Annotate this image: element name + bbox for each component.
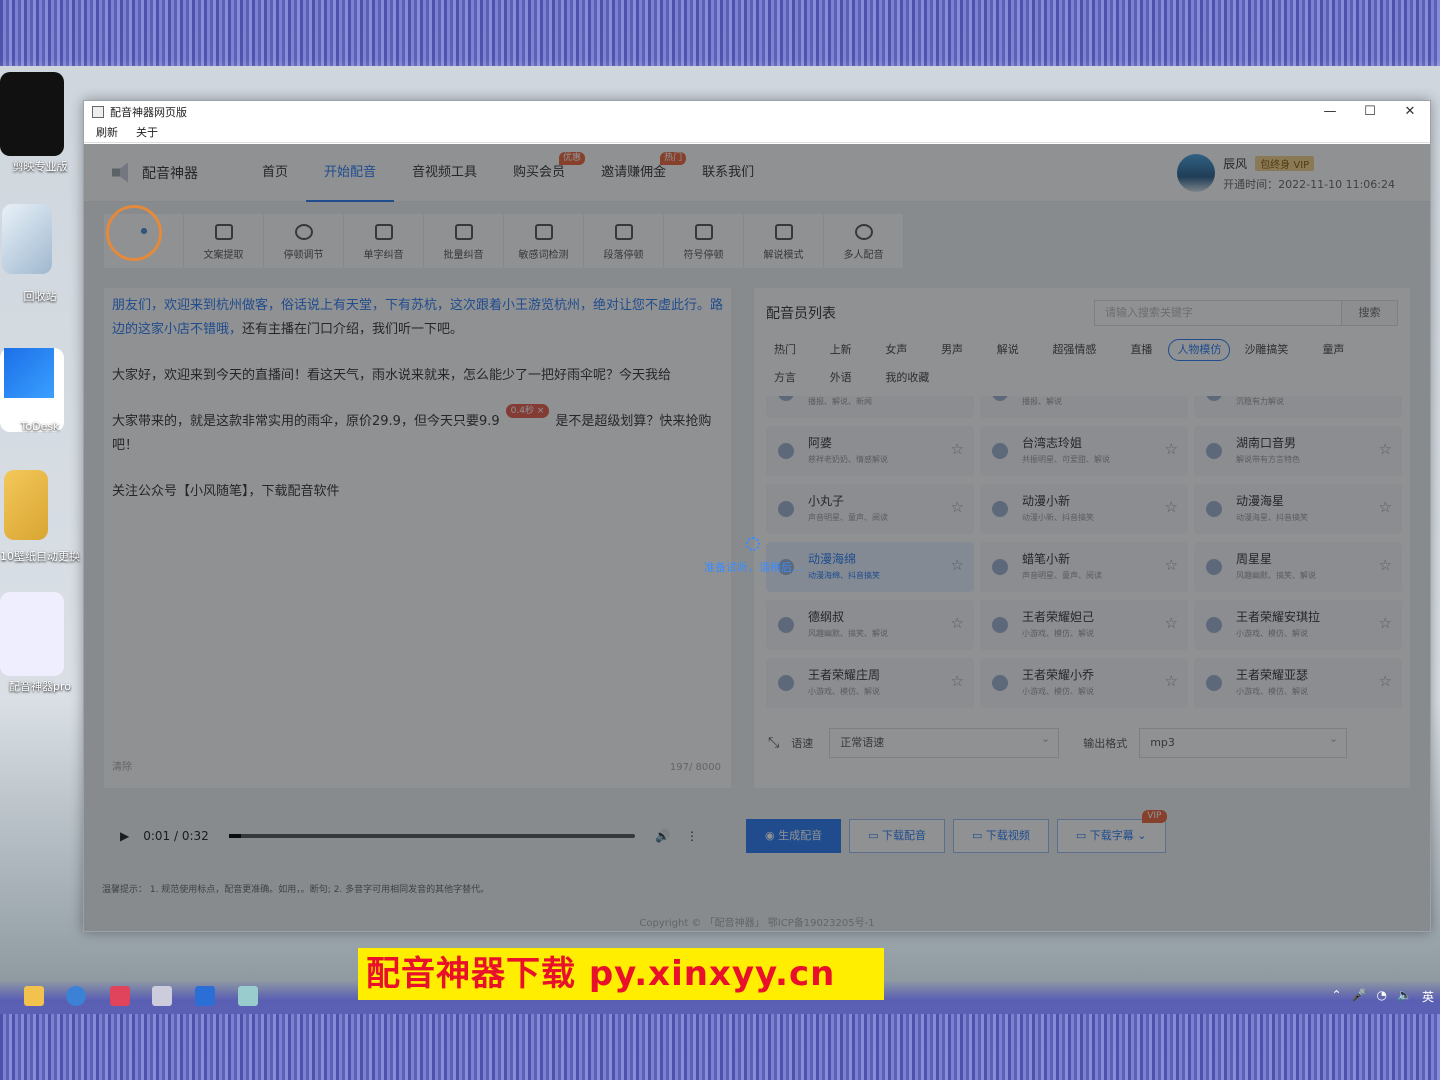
file-explorer-icon[interactable] (24, 986, 44, 1006)
app-taskbar-icon[interactable] (110, 986, 130, 1006)
desktop-icon-label: 配音神器pro (9, 680, 71, 693)
mic-icon[interactable]: 🎤 (1352, 988, 1367, 1005)
minimize-button[interactable]: — (1310, 101, 1350, 123)
loading-spinner-icon (746, 537, 761, 551)
lavender-wallpaper-top (0, 0, 1440, 66)
input-lang[interactable]: 英 (1422, 988, 1434, 1005)
promo-banner: 配音神器下载 py.xinxyy.cn (358, 948, 884, 1000)
desktop-icon-recycle-bin[interactable]: 回收站 (0, 204, 80, 303)
menu-about[interactable]: 关于 (136, 123, 158, 142)
desktop-icon-todesk[interactable]: ToDesk (0, 332, 80, 433)
volume-icon[interactable]: 🔈 (1397, 988, 1412, 1005)
meeting-taskbar-icon[interactable] (195, 986, 215, 1006)
edit-taskbar-icon[interactable] (238, 986, 258, 1006)
maximize-button[interactable]: ☐ (1350, 101, 1390, 123)
browser-icon[interactable] (66, 986, 86, 1006)
desktop-icon-label: 回收站 (23, 290, 57, 303)
desktop-icon-peiyin-pro[interactable]: 配音神器pro (0, 592, 80, 693)
menu-refresh[interactable]: 刷新 (96, 123, 118, 142)
peiyin-taskbar-icon[interactable] (152, 986, 172, 1006)
lavender-wallpaper-bottom (0, 1014, 1440, 1080)
app-icon (92, 106, 104, 118)
loading-indicator: 准备试听，请稍后... (704, 537, 803, 575)
click-highlight-ring (106, 205, 162, 261)
menu-bar: 刷新 关于 (84, 123, 1430, 143)
app-window: 配音神器网页版 — ☐ ✕ 刷新 关于 配音神器 首页 开始配音 音视频工具 购… (83, 100, 1431, 932)
close-button[interactable]: ✕ (1390, 101, 1430, 123)
window-controls: — ☐ ✕ (1310, 101, 1430, 123)
network-icon[interactable]: ◔ (1377, 988, 1387, 1005)
chevron-up-icon[interactable]: ⌃ (1332, 988, 1342, 1005)
loading-text: 准备试听，请稍后... (704, 561, 803, 574)
window-title: 配音神器网页版 (110, 106, 187, 119)
desktop-icon-jianying[interactable]: 剪映专业版 (0, 72, 80, 173)
window-titlebar: 配音神器网页版 (84, 101, 1430, 123)
desktop-icon-wallpaper-folder[interactable]: 10壁纸自动更换 (0, 470, 80, 563)
system-tray: ⌃ 🎤 ◔ 🔈 英 (1332, 988, 1434, 1005)
desktop-icon-label: ToDesk (20, 420, 60, 433)
desktop-icon-label: 10壁纸自动更换 (0, 550, 80, 563)
desktop-icon-label: 剪映专业版 (12, 160, 68, 173)
